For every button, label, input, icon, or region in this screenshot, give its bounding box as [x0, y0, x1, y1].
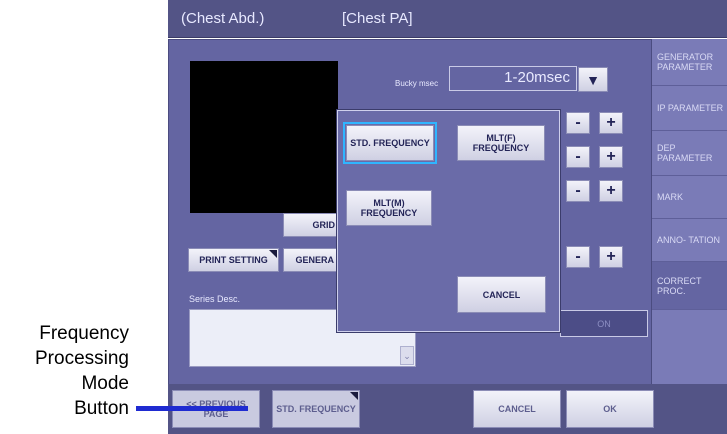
minus-button[interactable]: - — [566, 146, 590, 168]
mlt-m-frequency-button[interactable]: MLT(M) FREQUENCY — [346, 190, 432, 226]
print-setting-button[interactable]: PRINT SETTING — [188, 248, 279, 272]
popup-cancel-button[interactable]: CANCEL — [457, 276, 546, 313]
grid-button[interactable]: GRID — [283, 213, 339, 237]
image-preview — [190, 61, 338, 213]
std-frequency-button[interactable]: STD. FREQUENCY — [343, 122, 437, 164]
side-item-correct-proc[interactable]: CORRECT PROC. — [652, 262, 727, 310]
series-desc-label: Series Desc. — [189, 294, 241, 304]
plus-button[interactable]: + — [599, 112, 623, 134]
callout-pointer-line — [136, 406, 248, 411]
tab-chest-abd[interactable]: (Chest Abd.) — [181, 10, 264, 27]
callout-line-2: Processing — [35, 348, 129, 369]
cancel-button[interactable]: CANCEL — [473, 390, 561, 428]
ok-button[interactable]: OK — [566, 390, 654, 428]
minus-button[interactable]: - — [566, 246, 590, 268]
callout-line-4: Button — [74, 398, 129, 419]
side-item-annotation[interactable]: ANNO- TATION — [652, 219, 727, 262]
plus-button[interactable]: + — [599, 180, 623, 202]
std-frequency-bottom-button[interactable]: STD. FREQUENCY — [272, 390, 360, 428]
on-button[interactable]: ON — [560, 310, 648, 337]
minus-button[interactable]: - — [566, 112, 590, 134]
side-item-mark[interactable]: MARK — [652, 176, 727, 219]
tab-bar: (Chest Abd.) [Chest PA] — [168, 0, 727, 38]
mlt-f-frequency-button[interactable]: MLT(F) FREQUENCY — [457, 125, 545, 161]
bucky-select[interactable]: 1-20msec — [449, 66, 577, 91]
dropdown-arrow-icon[interactable]: ▼ — [578, 67, 608, 92]
side-item-generator-parameter[interactable]: GENERATOR PARAMETER — [652, 39, 727, 86]
callout-line-3: Mode — [81, 373, 129, 394]
minus-button[interactable]: - — [566, 180, 590, 202]
bucky-label: Bucky msec — [395, 79, 439, 88]
callout-line-1: Frequency — [39, 323, 129, 344]
general-button[interactable]: GENERA — [283, 248, 339, 272]
plus-button[interactable]: + — [599, 246, 623, 268]
side-item-dep-parameter[interactable]: DEP PARAMETER — [652, 131, 727, 176]
side-item-ip-parameter[interactable]: IP PARAMETER — [652, 86, 727, 131]
scroll-down-icon[interactable]: ⌄ — [400, 346, 414, 365]
tab-chest-pa[interactable]: [Chest PA] — [342, 10, 413, 27]
plus-button[interactable]: + — [599, 146, 623, 168]
